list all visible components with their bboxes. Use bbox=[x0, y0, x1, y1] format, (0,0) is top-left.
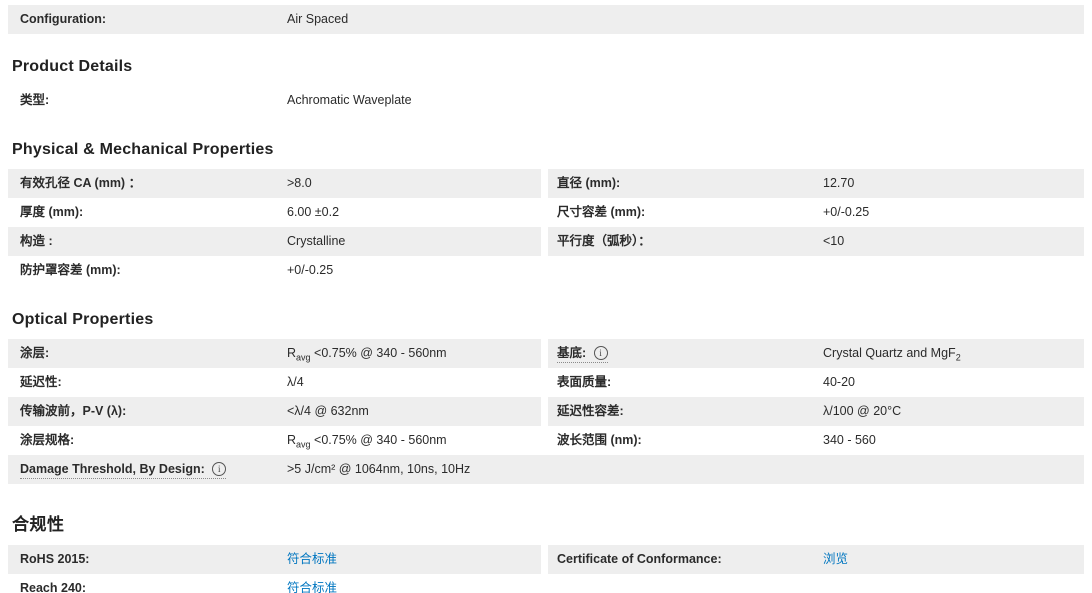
spec-value-dimensional-tolerance: +0/-0.25 bbox=[816, 198, 1084, 227]
spec-label-coating: 涂层: bbox=[8, 339, 287, 368]
spec-value-damage-threshold: >5 J/cm² @ 1064nm, 10ns, 10Hz bbox=[287, 455, 1084, 484]
spec-value-configuration: Air Spaced bbox=[287, 5, 1084, 34]
spec-value-surface-quality: 40-20 bbox=[816, 368, 1084, 397]
table-row: 有效孔径 CA (mm) ： >8.0 直径 (mm): 12.70 bbox=[8, 169, 1084, 198]
spec-label-reach: Reach 240: bbox=[8, 574, 287, 593]
spec-label-dimensional-tolerance: 尺寸容差 (mm): bbox=[541, 198, 816, 227]
spec-label-housing-tolerance: 防护罩容差 (mm): bbox=[8, 256, 287, 285]
product-details-table: 类型: Achromatic Waveplate bbox=[8, 86, 1084, 115]
spec-label-clear-aperture: 有效孔径 CA (mm) ： bbox=[8, 169, 287, 198]
table-row: Reach 240: 符合标准 bbox=[8, 574, 1084, 593]
spec-value-diameter: 12.70 bbox=[816, 169, 1084, 198]
table-row: Damage Threshold, By Design: i >5 J/cm² … bbox=[8, 455, 1084, 484]
spec-value-retardance-tolerance: λ/100 @ 20°C bbox=[816, 397, 1084, 426]
spec-label-retardance-tolerance: 延迟性容差: bbox=[541, 397, 816, 426]
spec-label-transmitted-wavefront: 传输波前，P-V (λ): bbox=[8, 397, 287, 426]
spec-label-configuration: Configuration: bbox=[8, 5, 287, 34]
spec-value-housing-tolerance: +0/-0.25 bbox=[287, 256, 1084, 285]
spec-label-type: 类型: bbox=[8, 86, 287, 115]
table-row: 涂层: Ravg <0.75% @ 340 - 560nm 基底: i Crys… bbox=[8, 339, 1084, 368]
spec-label-retardance: 延迟性: bbox=[8, 368, 287, 397]
table-row: 厚度 (mm): 6.00 ±0.2 尺寸容差 (mm): +0/-0.25 bbox=[8, 198, 1084, 227]
section-heading-physical: Physical & Mechanical Properties bbox=[8, 141, 1084, 159]
spec-label-coating-spec: 涂层规格: bbox=[8, 426, 287, 455]
compliance-table: RoHS 2015: 符合标准 Certificate of Conforman… bbox=[8, 545, 1084, 593]
spec-value-type: Achromatic Waveplate bbox=[287, 86, 1084, 115]
table-row: 传输波前，P-V (λ): <λ/4 @ 632nm 延迟性容差: λ/100 … bbox=[8, 397, 1084, 426]
spec-label-parallelism: 平行度（弧秒）： bbox=[541, 227, 816, 256]
spec-label-construction: 构造 : bbox=[8, 227, 287, 256]
spec-label-certificate-of-conformance: Certificate of Conformance: bbox=[541, 545, 816, 574]
spec-label-diameter: 直径 (mm): bbox=[541, 169, 816, 198]
table-row: 类型: Achromatic Waveplate bbox=[8, 86, 1084, 115]
spec-label-thickness: 厚度 (mm): bbox=[8, 198, 287, 227]
reach-compliant-cell: 符合标准 bbox=[287, 574, 1084, 593]
spec-label-rohs: RoHS 2015: bbox=[8, 545, 287, 574]
damage-threshold-label-wrap[interactable]: Damage Threshold, By Design: i bbox=[20, 462, 226, 479]
table-row: RoHS 2015: 符合标准 Certificate of Conforman… bbox=[8, 545, 1084, 574]
spec-label-wavelength-range: 波长范围 (nm): bbox=[541, 426, 816, 455]
spec-value-thickness: 6.00 ±0.2 bbox=[287, 198, 541, 227]
reach-compliant-link[interactable]: 符合标准 bbox=[287, 581, 337, 593]
certificate-cell: 浏览 bbox=[816, 545, 1084, 574]
table-row: 涂层规格: Ravg <0.75% @ 340 - 560nm 波长范围 (nm… bbox=[8, 426, 1084, 455]
certificate-view-link[interactable]: 浏览 bbox=[823, 552, 848, 566]
spec-value-wavelength-range: 340 - 560 bbox=[816, 426, 1084, 455]
table-row: 延迟性: λ/4 表面质量: 40-20 bbox=[8, 368, 1084, 397]
product-spec-page: Configuration: Air Spaced Product Detail… bbox=[0, 0, 1092, 593]
rohs-compliant-cell: 符合标准 bbox=[287, 545, 541, 574]
configuration-table: Configuration: Air Spaced bbox=[8, 5, 1084, 34]
table-row: 构造 : Crystalline 平行度（弧秒）： <10 bbox=[8, 227, 1084, 256]
spec-value-coating: Ravg <0.75% @ 340 - 560nm bbox=[287, 339, 541, 368]
optical-properties-table: 涂层: Ravg <0.75% @ 340 - 560nm 基底: i Crys… bbox=[8, 339, 1084, 484]
section-heading-product-details: Product Details bbox=[8, 58, 1084, 76]
spec-label-substrate: 基底: i bbox=[541, 339, 816, 368]
table-row: Configuration: Air Spaced bbox=[8, 5, 1084, 34]
physical-properties-table: 有效孔径 CA (mm) ： >8.0 直径 (mm): 12.70 厚度 (m… bbox=[8, 169, 1084, 285]
spec-value-clear-aperture: >8.0 bbox=[287, 169, 541, 198]
spec-value-transmitted-wavefront: <λ/4 @ 632nm bbox=[287, 397, 541, 426]
spec-label-surface-quality: 表面质量: bbox=[541, 368, 816, 397]
spec-value-substrate: Crystal Quartz and MgF2 bbox=[816, 339, 1084, 368]
spec-value-retardance: λ/4 bbox=[287, 368, 541, 397]
info-icon[interactable]: i bbox=[594, 346, 608, 360]
spec-label-damage-threshold: Damage Threshold, By Design: i bbox=[8, 455, 287, 484]
spec-value-construction: Crystalline bbox=[287, 227, 541, 256]
spec-label-damage-threshold-text: Damage Threshold, By Design: bbox=[20, 462, 205, 476]
spec-label-substrate-text: 基底: bbox=[557, 346, 586, 360]
info-icon[interactable]: i bbox=[212, 462, 226, 476]
spec-value-parallelism: <10 bbox=[816, 227, 1084, 256]
section-heading-compliance: 合规性 bbox=[8, 510, 1084, 535]
rohs-compliant-link[interactable]: 符合标准 bbox=[287, 552, 337, 566]
table-row: 防护罩容差 (mm): +0/-0.25 bbox=[8, 256, 1084, 285]
section-heading-optical: Optical Properties bbox=[8, 311, 1084, 329]
substrate-label-wrap[interactable]: 基底: i bbox=[557, 346, 608, 363]
spec-value-coating-spec: Ravg <0.75% @ 340 - 560nm bbox=[287, 426, 541, 455]
